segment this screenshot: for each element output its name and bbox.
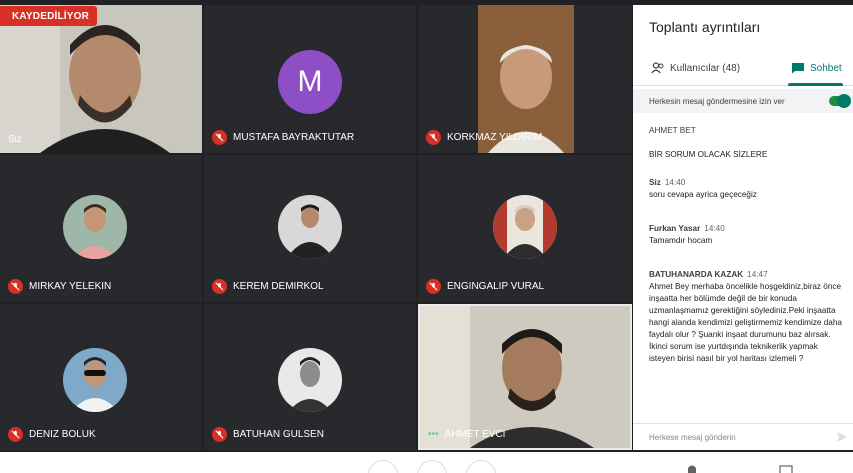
mic-off-icon <box>212 427 227 442</box>
mic-button[interactable] <box>368 460 398 473</box>
tab-users[interactable]: Kullanıcılar (48) <box>651 50 740 86</box>
participant-name: AHMET EVCI <box>444 429 506 440</box>
participant-video-feed <box>420 306 630 448</box>
message-text: BİR SORUM OLACAK SİZLERE <box>649 150 768 159</box>
participant-name: KORKMAZ YILDIRIM <box>447 132 543 143</box>
mic-off-icon <box>8 427 23 442</box>
message-time: 14:47 <box>747 270 768 279</box>
message-text: soru cevapa ayrica geçeceğiz <box>649 190 757 199</box>
avatar <box>493 195 557 259</box>
meeting-details-panel: Toplantı ayrıntıları Kullanıcılar (48) S… <box>633 5 853 450</box>
video-tile-korkmaz[interactable]: KORKMAZ YILDIRIM <box>418 5 632 153</box>
video-tile-mirkay[interactable]: MIRKAY YELEKIN <box>0 155 202 302</box>
allow-messages-toggle[interactable] <box>829 94 851 108</box>
mic-off-icon <box>212 279 227 294</box>
participant-name: KEREM DEMIRKOL <box>233 281 324 292</box>
people-icon <box>651 62 664 74</box>
participant-name: BATUHAN GULSEN <box>233 429 324 440</box>
avatar <box>63 195 127 259</box>
participant-name: DENIZ BOLUK <box>29 429 96 440</box>
video-tile-self[interactable]: Siz <box>0 5 202 153</box>
tab-users-label: Kullanıcılar (48) <box>670 62 741 74</box>
tab-chat-label: Sohbet <box>810 62 842 74</box>
tab-chat[interactable]: Sohbet <box>791 50 842 86</box>
allow-messages-label: Herkesin mesaj göndermesine izin ver <box>649 96 785 106</box>
recording-badge: KAYDEDİLİYOR <box>0 6 98 26</box>
chat-input-placeholder: Herkese mesaj gönderin <box>649 432 736 442</box>
chat-message: Siz 14:40 soru cevapa ayrica geçeceğiz <box>649 177 845 201</box>
participant-name: MIRKAY YELEKIN <box>29 281 112 292</box>
send-icon[interactable] <box>837 432 847 442</box>
avatar <box>278 195 342 259</box>
chat-icon <box>792 63 804 74</box>
video-tile-ahmet-evci[interactable]: ••• AHMET EVCI <box>418 304 632 450</box>
camera-button[interactable] <box>466 460 496 473</box>
present-icon[interactable] <box>779 465 793 473</box>
chat-message: BATUHANARDA KAZAK 14:47 Ahmet Bey merhaba… <box>649 269 845 365</box>
avatar: M <box>278 50 342 114</box>
video-tile-engingalip[interactable]: ENGINGALIP VURAL <box>418 155 632 302</box>
mic-off-icon <box>426 130 441 145</box>
participant-name: ENGINGALIP VURAL <box>447 281 545 292</box>
message-time: 14:40 <box>664 178 686 187</box>
message-sender: AHMET BET <box>649 126 696 135</box>
avatar <box>63 348 127 412</box>
end-call-button[interactable] <box>417 460 447 473</box>
participant-name: Siz <box>8 134 22 145</box>
video-tile-kerem[interactable]: KEREM DEMIRKOL <box>204 155 416 302</box>
chat-message: AHMET BET BİR SORUM OLACAK SİZLERE <box>649 125 845 161</box>
mic-off-icon <box>212 130 227 145</box>
chat-message: Furkan Yasar 14:40 Tamamdır hocam <box>649 223 845 247</box>
panel-title: Toplantı ayrıntıları <box>649 19 761 35</box>
message-text: Tamamdır hocam <box>649 236 713 245</box>
tab-underline <box>788 83 843 86</box>
self-video-feed <box>0 5 202 153</box>
message-time: 14:40 <box>704 224 725 233</box>
video-tile-batuhan[interactable]: BATUHAN GULSEN <box>204 304 416 450</box>
panel-tabs: Kullanıcılar (48) Sohbet <box>633 50 853 86</box>
speaking-indicator: ••• <box>428 429 439 440</box>
mic-off-icon <box>8 279 23 294</box>
participant-name: MUSTAFA BAYRAKTUTAR <box>233 132 355 143</box>
mic-off-icon <box>426 279 441 294</box>
raise-hand-icon[interactable] <box>686 465 698 473</box>
meeting-window: { "recording_badge": "KAYDEDİLİYOR", "pa… <box>0 0 853 473</box>
message-sender: Siz <box>649 178 661 187</box>
video-tile-mustafa[interactable]: M MUSTAFA BAYRAKTUTAR <box>204 5 416 153</box>
chat-input[interactable]: Herkese mesaj gönderin <box>633 423 853 450</box>
video-tile-deniz[interactable]: DENIZ BOLUK <box>0 304 202 450</box>
avatar <box>278 348 342 412</box>
allow-messages-row: Herkesin mesaj göndermesine izin ver <box>633 89 853 113</box>
control-bar <box>0 452 853 473</box>
message-sender: Furkan Yasar <box>649 224 701 233</box>
message-sender: BATUHANARDA KAZAK <box>649 270 744 279</box>
message-text: Ahmet Bey merhaba öncelikle hoşgeldiniz,… <box>649 282 842 363</box>
